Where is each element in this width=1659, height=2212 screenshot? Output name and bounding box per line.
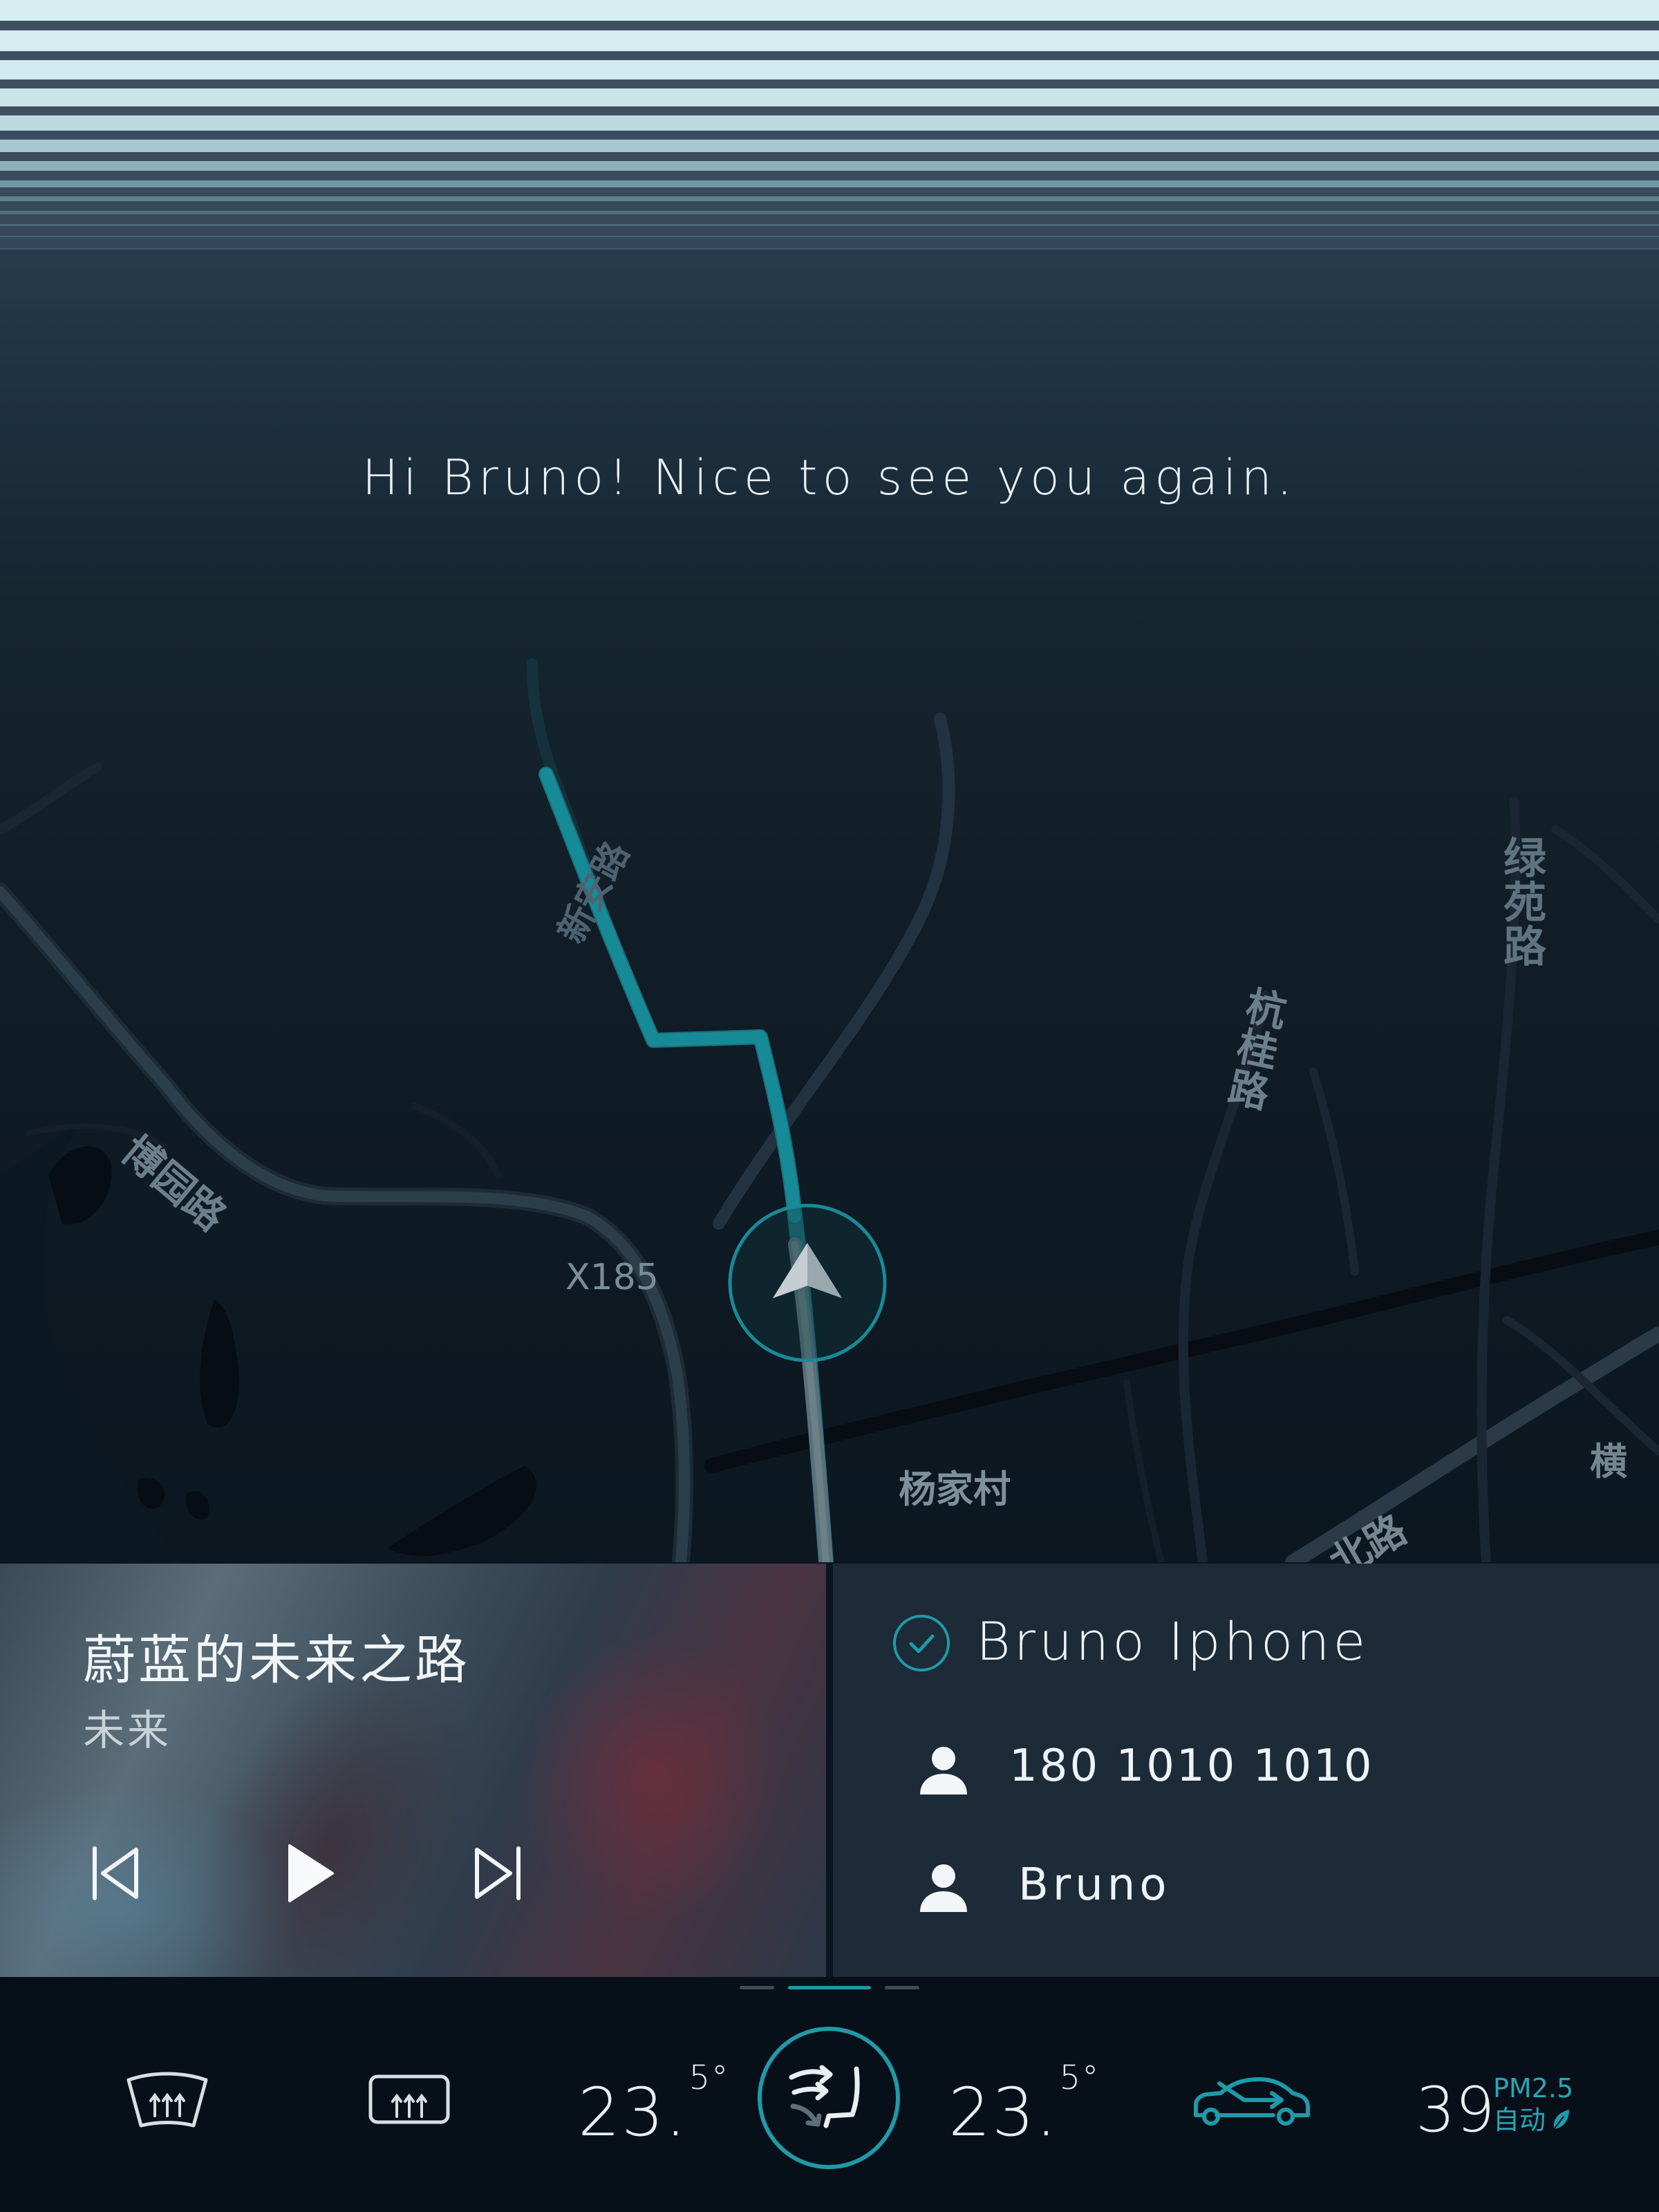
map-road-code: X185	[565, 1257, 659, 1298]
pm25-value: 39	[1416, 2074, 1495, 2146]
decorative-stripes	[0, 0, 1659, 250]
navigation-arrow-icon	[728, 1203, 887, 1362]
previous-track-button[interactable]	[69, 1828, 159, 1918]
front-defrost-icon[interactable]	[124, 2070, 210, 2133]
device-name: Bruno Iphone	[976, 1611, 1369, 1672]
next-track-button[interactable]	[454, 1828, 544, 1918]
right-temperature[interactable]: 23.5°	[948, 2059, 1100, 2151]
play-button[interactable]	[263, 1828, 353, 1918]
air-recirculation-icon[interactable]	[1190, 2074, 1312, 2132]
contact-name[interactable]: Bruno	[1018, 1859, 1171, 1911]
song-artist: 未来	[83, 1707, 171, 1755]
seat-ventilation-icon	[789, 2065, 860, 2128]
pm25-label[interactable]: PM2.5 自动	[1493, 2072, 1573, 2136]
play-icon	[288, 1844, 334, 1902]
check-icon	[893, 1615, 950, 1671]
album-art-shape	[518, 1633, 781, 1923]
navigation-map[interactable]	[0, 608, 1659, 1562]
map-label-yangjia: 杨家村	[899, 1468, 1011, 1511]
seat-ventilation-button[interactable]	[758, 2027, 900, 2169]
map-label-lvyuan: 绿苑路	[1503, 833, 1547, 972]
left-temperature[interactable]: 23.5°	[578, 2059, 729, 2151]
map-label-heng: 横	[1590, 1440, 1627, 1483]
pm25-title: PM2.5	[1493, 2073, 1574, 2103]
pm25-mode: 自动	[1493, 2105, 1546, 2135]
right-temp-value: 23.	[948, 2074, 1058, 2151]
song-title: 蔚蓝的未来之路	[83, 1629, 470, 1691]
page-indicator-dot[interactable]	[740, 1986, 774, 1989]
person-icon	[920, 1747, 967, 1794]
left-temp-value: 23.	[578, 2074, 688, 2151]
rear-defrost-icon[interactable]	[366, 2072, 452, 2130]
person-icon	[920, 1864, 967, 1912]
page-indicator-dot-active[interactable]	[788, 1986, 871, 1989]
next-icon	[475, 1846, 521, 1900]
phone-number[interactable]: 180 1010 1010	[1009, 1741, 1374, 1792]
left-temp-decimal: 5°	[688, 2059, 730, 2097]
right-temp-decimal: 5°	[1059, 2059, 1100, 2097]
greeting-text: Hi Bruno! Nice to see you again.	[362, 449, 1297, 506]
previous-icon	[93, 1846, 138, 1900]
page-indicator-dot[interactable]	[885, 1986, 919, 1989]
leaf-icon	[1553, 2110, 1570, 2130]
